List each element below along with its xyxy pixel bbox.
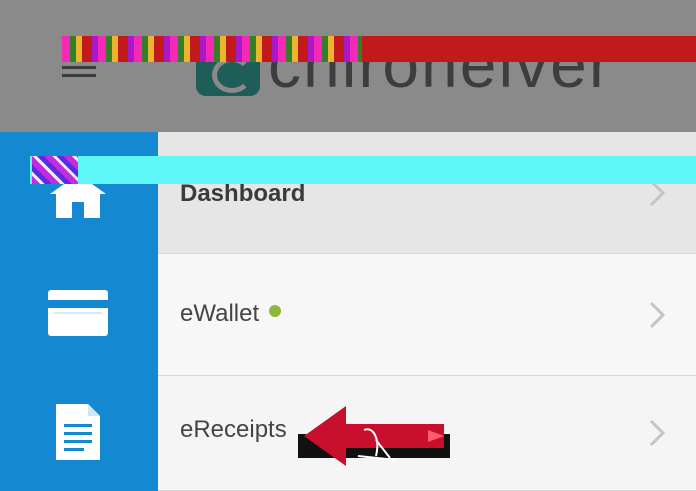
menu-item-label: Dashboard xyxy=(180,180,306,207)
glitch-artifact xyxy=(30,156,696,184)
glitch-artifact xyxy=(32,156,78,184)
sidebar xyxy=(0,132,158,491)
menu-item-dashboard[interactable]: Dashboard xyxy=(158,132,696,254)
status-dot xyxy=(269,305,282,317)
menu-item-label: eWallet xyxy=(180,300,282,328)
chevron-right-icon xyxy=(649,419,666,447)
document-icon[interactable] xyxy=(48,404,108,460)
app-header: chirohelver xyxy=(0,0,696,132)
menu-item-label-text: eWallet xyxy=(180,300,260,327)
app-frame: chirohelver Dashboard xyxy=(0,0,696,491)
menu-item-ewallet[interactable]: eWallet xyxy=(158,254,696,376)
chevron-right-icon xyxy=(649,301,666,329)
card-icon[interactable] xyxy=(48,290,108,336)
glitch-artifact xyxy=(62,36,696,62)
menu-item-label: eReceipts xyxy=(180,416,287,443)
annotation-arrow-icon xyxy=(298,406,450,466)
